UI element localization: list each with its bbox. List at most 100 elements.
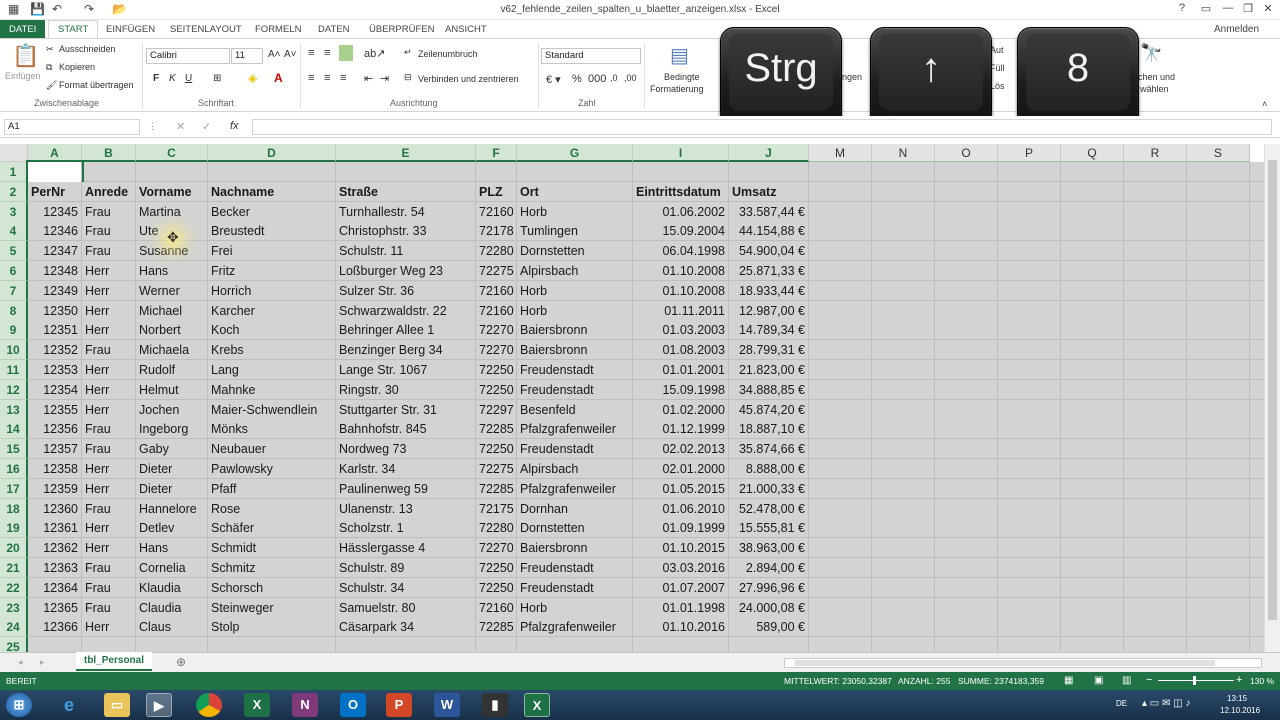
cell[interactable] — [809, 577, 872, 598]
cell[interactable] — [998, 518, 1061, 539]
cell[interactable]: 12352 — [28, 340, 82, 361]
clear-button[interactable]: Lös — [990, 81, 1005, 91]
cell[interactable]: 72160 — [476, 280, 517, 301]
cell[interactable]: 12362 — [28, 538, 82, 559]
cell[interactable]: 12351 — [28, 320, 82, 341]
cell[interactable]: Herr — [82, 300, 136, 321]
cell[interactable] — [809, 300, 872, 321]
cell[interactable] — [336, 637, 476, 652]
cell[interactable] — [935, 181, 998, 202]
insert-function-button[interactable]: fx — [230, 120, 239, 132]
cell[interactable] — [935, 241, 998, 262]
cell[interactable]: Neubauer — [208, 439, 336, 460]
cell[interactable]: 21.000,33 € — [729, 478, 809, 499]
enter-icon[interactable]: ✓ — [202, 120, 211, 133]
cell[interactable] — [1187, 201, 1250, 222]
cell[interactable] — [1187, 518, 1250, 539]
cell[interactable]: Nachname — [208, 181, 336, 202]
cell[interactable]: 72250 — [476, 558, 517, 578]
row-header[interactable]: 23 — [0, 597, 28, 618]
font-color-icon[interactable]: A — [274, 71, 283, 85]
cell[interactable]: 18.887,10 € — [729, 419, 809, 440]
cell[interactable] — [1124, 498, 1187, 519]
cell[interactable] — [1124, 221, 1187, 242]
row-header[interactable]: 24 — [0, 617, 28, 638]
cell[interactable]: 72275 — [476, 459, 517, 479]
cell[interactable] — [998, 558, 1061, 578]
row-header[interactable]: 14 — [0, 419, 28, 440]
cell[interactable]: 72275 — [476, 261, 517, 281]
cell[interactable]: Breustedt — [208, 221, 336, 242]
cell[interactable] — [809, 498, 872, 519]
tray-icons[interactable]: ▴ ▭ ✉ ◫ ♪ — [1142, 698, 1190, 709]
cell[interactable] — [1187, 320, 1250, 341]
cell[interactable]: 12349 — [28, 280, 82, 301]
cell[interactable]: 72175 — [476, 498, 517, 519]
cell[interactable]: Schulstr. 34 — [336, 577, 476, 598]
row-header[interactable]: 2 — [0, 181, 28, 202]
cell[interactable]: 54.900,04 € — [729, 241, 809, 262]
cell[interactable] — [1124, 617, 1187, 638]
cell[interactable] — [935, 360, 998, 380]
cell[interactable] — [809, 597, 872, 618]
cell[interactable] — [935, 221, 998, 242]
cell[interactable]: Fritz — [208, 261, 336, 281]
cell[interactable] — [872, 241, 935, 262]
cell[interactable] — [1124, 399, 1187, 420]
cell[interactable] — [935, 498, 998, 519]
cell[interactable] — [1187, 280, 1250, 301]
cell[interactable] — [998, 399, 1061, 420]
cell[interactable] — [208, 162, 336, 182]
cell[interactable]: 12350 — [28, 300, 82, 321]
cell[interactable] — [809, 379, 872, 400]
cell[interactable] — [809, 201, 872, 222]
file-explorer-icon[interactable]: ▭ — [104, 693, 130, 717]
cell[interactable] — [1061, 637, 1124, 652]
cell[interactable]: 01.01.2001 — [633, 360, 729, 380]
cell[interactable]: Schmidt — [208, 538, 336, 559]
cell[interactable] — [1187, 340, 1250, 361]
cell[interactable]: Herr — [82, 360, 136, 380]
find-select-label[interactable]: chen und — [1138, 72, 1175, 82]
percent-icon[interactable]: % — [572, 73, 582, 85]
cell[interactable]: 01.06.2010 — [633, 498, 729, 519]
cell[interactable]: Straße — [336, 181, 476, 202]
cell[interactable] — [1187, 221, 1250, 242]
cell[interactable]: 01.07.2007 — [633, 577, 729, 598]
align-right-icon[interactable]: ≡ — [340, 72, 346, 84]
cell[interactable] — [998, 637, 1061, 652]
excel-active-icon[interactable]: X — [524, 693, 550, 717]
cell[interactable]: Frau — [82, 558, 136, 578]
cell[interactable]: Mahnke — [208, 379, 336, 400]
cell[interactable]: Claudia — [136, 597, 208, 618]
cell[interactable] — [809, 637, 872, 652]
cell[interactable] — [1124, 478, 1187, 499]
cell[interactable] — [1187, 399, 1250, 420]
cell[interactable]: Freudenstadt — [517, 379, 633, 400]
find-select-label2[interactable]: wählen — [1140, 84, 1169, 94]
row-header[interactable]: 17 — [0, 478, 28, 499]
row-header[interactable]: 6 — [0, 261, 28, 281]
cell[interactable]: 12363 — [28, 558, 82, 578]
cell[interactable]: Loßburger Weg 23 — [336, 261, 476, 281]
cell[interactable] — [935, 538, 998, 559]
chrome-icon[interactable] — [196, 693, 222, 717]
cell[interactable] — [1124, 280, 1187, 301]
cell[interactable] — [998, 261, 1061, 281]
conditional-format-label2[interactable]: Formatierung — [650, 84, 704, 94]
cell[interactable] — [1124, 419, 1187, 440]
cell[interactable] — [998, 419, 1061, 440]
cell[interactable] — [872, 577, 935, 598]
cell[interactable] — [633, 637, 729, 652]
cell[interactable] — [1124, 637, 1187, 652]
cell[interactable]: 12347 — [28, 241, 82, 262]
collapse-ribbon-icon[interactable]: ˄ — [1262, 99, 1267, 109]
cell[interactable]: Werner — [136, 280, 208, 301]
cell[interactable] — [809, 617, 872, 638]
cell[interactable] — [998, 439, 1061, 460]
cell[interactable] — [1061, 558, 1124, 578]
cell[interactable] — [998, 379, 1061, 400]
cell[interactable]: Becker — [208, 201, 336, 222]
cell[interactable]: Bahnhofstr. 845 — [336, 419, 476, 440]
cell[interactable]: Frau — [82, 439, 136, 460]
